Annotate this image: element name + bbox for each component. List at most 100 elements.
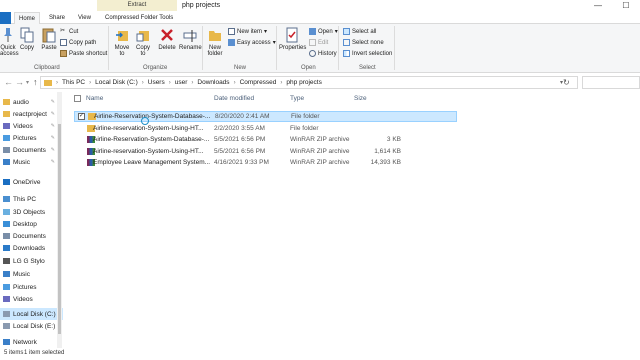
file-date-modified: 2/2/2020 3:55 AM [214,124,265,132]
copy-to-button[interactable]: Copy to [134,27,152,57]
edit-button[interactable]: Edit [309,39,328,46]
delete-button[interactable]: Delete [157,27,177,51]
back-arrow-icon[interactable]: ← [4,77,13,87]
column-header-name[interactable]: Name [86,95,103,102]
chevron-right-icon: › [56,79,58,86]
nav-item-label: Network [13,338,37,346]
navigation-pane: audio ✎ reactproject ✎ Videos ✎ Pictures ✎ Docum… [0,92,63,348]
nav-item[interactable]: LG G Stylo [0,255,63,267]
copy-button[interactable]: Copy [19,27,35,51]
column-header-date[interactable]: Date modified [214,95,254,102]
paste-shortcut-button[interactable]: Paste shortcut [60,50,107,57]
file-row[interactable]: Airline-Reservation-System-Database-... 5… [74,134,457,145]
chevron-down-icon: ▾ [264,29,268,35]
nav-item[interactable]: Pictures [0,281,63,293]
status-bar: 5 items 1 item selected [0,348,640,360]
select-none-button[interactable]: Select none [343,39,384,46]
nav-scrollbar-thumb[interactable] [58,124,61,334]
file-row[interactable]: Employee Leave Management System... 4/16/… [74,157,457,168]
tab-share[interactable]: Share [49,12,65,24]
copy-path-icon [60,39,67,46]
nav-item[interactable]: Videos ✎ [0,120,63,132]
chevron-right-icon: › [141,79,144,86]
column-header-type[interactable]: Type [290,95,304,102]
new-folder-button[interactable]: New folder [206,27,224,57]
move-to-button[interactable]: Move to [113,27,131,57]
select-all-label: Select all [352,28,377,35]
quick-access-button[interactable]: Quick access [0,27,19,57]
nav-item[interactable]: Network [0,336,63,348]
pin-icon: ✎ [50,99,55,105]
forward-arrow-icon[interactable]: → [15,77,24,87]
nav-item[interactable]: Music ✎ [0,156,63,168]
breadcrumb-item[interactable]: Users [148,79,165,86]
title-bar: Extract php projects — ☐ [0,0,640,12]
minimize-button[interactable]: — [584,0,612,12]
pictures-icon [3,135,10,141]
properties-check-icon [286,27,298,43]
context-tab-header: Extract [97,0,177,11]
breadcrumb-item[interactable]: Downloads [197,79,229,86]
nav-item-label: Documents [13,146,46,154]
pin-icon [4,28,12,42]
file-tab[interactable] [0,12,11,24]
copy-icon [20,27,34,43]
file-row[interactable]: Airline-reservation-System-Using-HT... 5/… [74,146,457,157]
up-arrow-icon[interactable]: ↑ [33,77,38,87]
select-all-button[interactable]: Select all [343,28,376,35]
file-row[interactable]: Airline-Reservation-System-Database-... 8… [74,111,457,122]
nav-item[interactable]: 3D Objects [0,206,63,218]
file-name: Airline-reservation-System-Using-HT... [93,147,204,155]
address-bar[interactable]: › This PC › Local Disk (C:) › Users › us… [40,76,578,89]
properties-label: Properties [279,45,307,51]
open-button[interactable]: Open ▾ [309,28,338,35]
new-item-button[interactable]: New item ▾ [228,28,267,35]
tab-home[interactable]: Home [14,12,41,24]
tab-view[interactable]: View [78,12,91,24]
nav-item[interactable]: Local Disk (C:) [0,308,63,320]
select-all-icon [343,28,350,35]
paste-button[interactable]: Paste [40,27,58,51]
selected-count: 1 item selected [24,350,65,356]
file-row[interactable]: Airline-reservation-System-Using-HT... 2/… [74,123,457,134]
nav-item[interactable]: Downloads [0,242,63,254]
nav-item[interactable]: Documents [0,230,63,242]
breadcrumb-item[interactable]: This PC [62,79,85,86]
breadcrumb-item[interactable]: user [175,79,188,86]
column-header-size[interactable]: Size [354,95,367,102]
nav-item[interactable]: audio ✎ [0,96,63,108]
open-group-label: Open [301,65,316,71]
nav-item[interactable]: Local Disk (E:) [0,320,63,332]
nav-item[interactable]: Videos [0,293,63,305]
row-checkbox[interactable] [78,112,85,120]
nav-item[interactable]: OneDrive [0,176,63,188]
invert-selection-button[interactable]: Invert selection [343,50,392,57]
history-button[interactable]: History [309,50,337,57]
nav-item-label: Pictures [13,134,37,142]
new-item-label: New item [237,28,263,35]
nav-item[interactable]: Desktop [0,218,63,230]
history-label: History [318,50,337,57]
move-to-icon [116,31,128,41]
breadcrumb-item[interactable]: Compressed [240,79,277,86]
copy-path-button[interactable]: Copy path [60,39,96,46]
maximize-button[interactable]: ☐ [612,0,640,12]
header-select-all-checkbox[interactable] [74,95,81,104]
breadcrumb-item[interactable]: php projects [286,79,321,86]
nav-item-label: Videos [13,122,33,130]
cut-button[interactable]: ✂ Cut [60,28,78,35]
paste-label: Paste [41,45,57,51]
nav-item[interactable]: Music [0,268,63,280]
tab-compressed-folder-tools[interactable]: Compressed Folder Tools [105,12,173,24]
breadcrumb-item[interactable]: Local Disk (C:) [95,79,138,86]
easy-access-button[interactable]: Easy access ▾ [228,39,276,46]
nav-item[interactable]: Pictures ✎ [0,132,63,144]
nav-item[interactable]: reactproject ✎ [0,108,63,120]
rename-button[interactable]: Rename [179,27,202,51]
properties-button[interactable]: Properties [279,27,307,51]
refresh-icon[interactable]: ↻ [563,78,570,87]
recent-chevron-icon[interactable]: ▾ [26,79,29,86]
nav-item[interactable]: This PC [0,193,63,205]
nav-item[interactable]: Documents ✎ [0,144,63,156]
search-input[interactable] [582,76,640,89]
